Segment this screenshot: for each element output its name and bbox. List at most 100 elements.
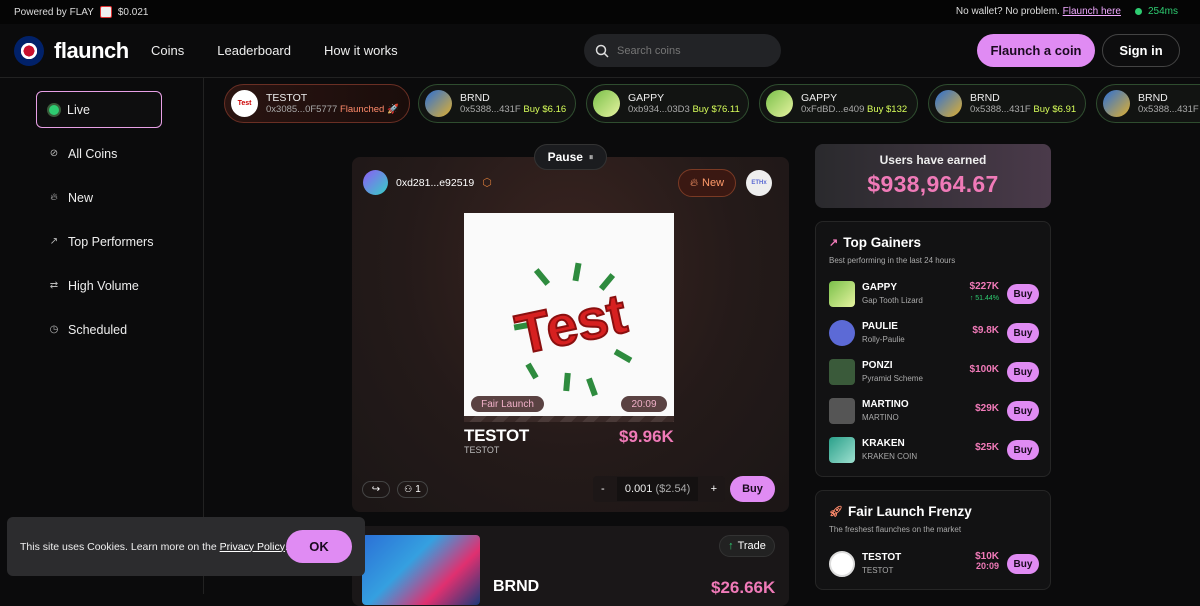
new-badge: 🔥︎ New [678, 169, 736, 197]
decrease-button[interactable]: - [601, 483, 605, 495]
coin-price: $26.66K [711, 578, 776, 597]
panel-title: 🚀︎ Fair Launch Frenzy [829, 504, 972, 519]
user-icon: ⚇ [404, 484, 413, 494]
coin-price: $9.8K [972, 325, 999, 336]
top-gainers-panel: ↗ Top Gainers Best performing in the last… [815, 221, 1051, 477]
image-logo-text: Test [510, 281, 632, 366]
coin-avatar-icon [935, 90, 962, 117]
coin-avatar-icon [425, 90, 452, 117]
buy-button[interactable]: Buy [1007, 362, 1039, 382]
creator-address: 0xd281...e92519 [396, 176, 475, 189]
flaunch-coin-button[interactable]: Flaunch a coin [977, 34, 1095, 67]
list-item[interactable]: MARTINO MARTINO $29K Buy [829, 396, 1039, 426]
list-item[interactable]: PONZI Pyramid Scheme $100K Buy [829, 357, 1039, 387]
fair-launch-frenzy-panel: 🚀︎ Fair Launch Frenzy The freshest flaunc… [815, 490, 1051, 590]
flame-icon: 🔥︎ [50, 192, 58, 203]
price-change: ↑ 51.44% [969, 295, 999, 302]
ticker-item[interactable]: GAPPY 0xb934...03D3 Buy $76.11 [586, 84, 749, 123]
latency-indicator: 254ms [1134, 6, 1178, 17]
buy-button[interactable]: Buy [1007, 401, 1039, 421]
flag-logo-icon [14, 36, 44, 66]
coin-image[interactable]: Test [464, 213, 674, 416]
ticker-coin-name: BRND [970, 92, 1000, 104]
ticker-item[interactable]: BRND 0x5388...431F [1096, 84, 1200, 123]
status-dot-icon [1134, 8, 1142, 15]
buy-button[interactable]: Buy [1007, 440, 1039, 460]
nav-link-leaderboard[interactable]: Leaderboard [217, 43, 291, 58]
creator-info[interactable]: 0xd281...e92519 ⬡ [363, 170, 492, 195]
frenzy-title: Fair Launch Frenzy [847, 504, 972, 519]
fair-launch-tag: Fair Launch [471, 396, 544, 412]
flaunch-here-link[interactable]: Flaunch here [1063, 6, 1121, 17]
earnings-label: Users have earned [879, 153, 987, 167]
sidebar-item-live[interactable]: Live [36, 91, 162, 128]
coin-avatar [829, 359, 855, 385]
latency-value: 254ms [1147, 6, 1178, 17]
pause-label: Pause [547, 150, 583, 164]
activity-ticker: Test TESTOT 0x3085...0F5777 Flaunched 🚀 B… [222, 84, 1200, 124]
ticker-action: Flaunched 🚀 [339, 104, 399, 115]
buy-button[interactable]: Buy [1007, 554, 1039, 574]
panel-subtitle: The freshest flaunches on the market [829, 525, 962, 534]
search-input[interactable] [617, 44, 757, 57]
amount-input[interactable]: 0.001 ($2.54) [616, 477, 699, 501]
swap-icon: ⇄ [49, 280, 59, 291]
ticker-item[interactable]: GAPPY 0xFdBD...e409 Buy $132 [759, 84, 918, 123]
cookie-ok-button[interactable]: OK [286, 530, 352, 563]
coin-avatar [829, 437, 855, 463]
trending-up-icon: ↗ [829, 237, 839, 249]
brand-logo[interactable]: flaunch [14, 36, 129, 66]
list-item[interactable]: GAPPY Gap Tooth Lizard $227K ↑ 51.44% Bu… [829, 279, 1039, 309]
ticker-address: 0xb934...03D3 [628, 104, 690, 115]
sidebar-item-new[interactable]: 🔥︎ New [36, 179, 162, 216]
nav-link-coins[interactable]: Coins [151, 43, 184, 58]
trade-button[interactable]: ↑ Trade [719, 535, 775, 557]
launch-timer: 20:09 [975, 561, 999, 571]
list-item[interactable]: KRAKEN KRAKEN COIN $25K Buy [829, 435, 1039, 465]
amount-usd: ($2.54) [655, 483, 691, 495]
sidebar-item-all-coins[interactable]: ⊘ All Coins [36, 135, 162, 172]
coin-avatar [829, 398, 855, 424]
sign-in-button[interactable]: Sign in [1102, 34, 1180, 67]
amount-value: 0.001 [624, 483, 653, 495]
earnings-value: $938,964.67 [867, 171, 999, 197]
creator-avatar [363, 170, 388, 195]
coin-name: BRND [493, 578, 540, 595]
coin-subtitle: MARTINO [862, 413, 899, 422]
buy-button[interactable]: Buy [730, 476, 775, 502]
launch-timer: 20:09 [621, 396, 667, 412]
list-item[interactable]: PAULIE Rolly-Paulie $9.8K Buy [829, 318, 1039, 348]
coin-name: MARTINO [862, 399, 909, 410]
increase-button[interactable]: + [711, 483, 717, 495]
main-navbar: flaunch Coins Leaderboard How it works F… [0, 24, 1200, 78]
nav-link-how-it-works[interactable]: How it works [324, 43, 398, 58]
ticker-item[interactable]: BRND 0x5388...431F Buy $6.91 [928, 84, 1086, 123]
ticker-coin-name: BRND [1138, 92, 1168, 104]
ticker-address: 0x5388...431F [460, 104, 521, 115]
holders-count[interactable]: ⚇ 1 [397, 481, 428, 498]
sidebar-item-high-volume[interactable]: ⇄ High Volume [36, 267, 162, 304]
share-button[interactable]: ↪ [362, 481, 390, 498]
coin-avatar-icon [1103, 90, 1130, 117]
trending-up-icon: ↗ [49, 236, 59, 247]
coin-image[interactable] [362, 535, 480, 605]
ticker-action: Buy $6.16 [523, 104, 567, 115]
coin-price: $29K [975, 403, 999, 414]
sidebar-item-scheduled[interactable]: ◷ Scheduled [36, 311, 162, 348]
coin-subtitle: Pyramid Scheme [862, 374, 923, 383]
live-dot-icon [49, 104, 59, 115]
ticker-item[interactable]: BRND 0x5388...431F Buy $6.16 [418, 84, 576, 123]
sidebar-item-label: High Volume [68, 278, 139, 293]
pause-button[interactable]: Pause ⏸ [534, 144, 607, 170]
sidebar-item-top-performers[interactable]: ↗ Top Performers [36, 223, 162, 260]
coin-name: PONZI [862, 360, 893, 371]
buy-button[interactable]: Buy [1007, 323, 1039, 343]
search-bar[interactable] [584, 34, 781, 67]
ticker-item[interactable]: Test TESTOT 0x3085...0F5777 Flaunched 🚀 [224, 84, 410, 123]
coin-avatar-icon [766, 90, 793, 117]
coin-subtitle: TESTOT [862, 566, 894, 575]
buy-button[interactable]: Buy [1007, 284, 1039, 304]
privacy-policy-link[interactable]: Privacy Policy [220, 541, 285, 553]
sidebar-item-label: Live [67, 102, 90, 117]
list-item[interactable]: TESTOT TESTOT $10K 20:09 Buy [829, 549, 1039, 579]
